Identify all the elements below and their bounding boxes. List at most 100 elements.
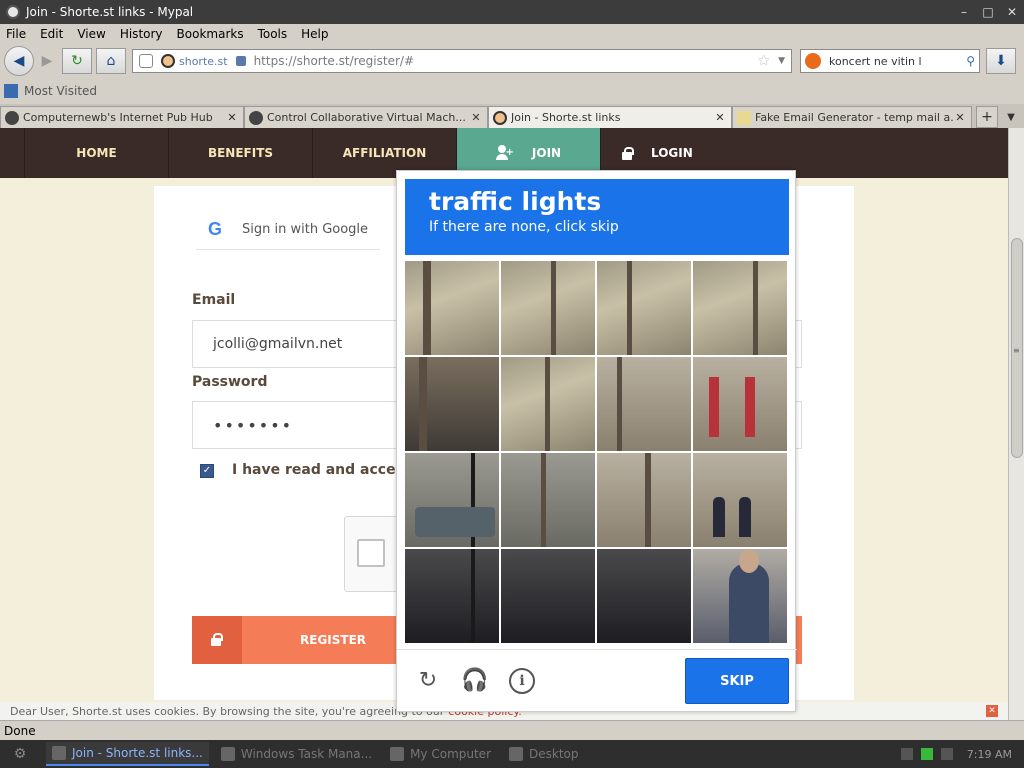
tab-join-shortest[interactable]: Join - Shorte.st links ✕ (488, 106, 732, 128)
tree-trunk-shape (419, 357, 427, 451)
tab-title: Computernewb's Internet Pub Hub (23, 111, 213, 124)
tab-close-icon[interactable]: ✕ (953, 111, 967, 124)
mypal-icon (6, 5, 20, 19)
menu-history[interactable]: History (120, 27, 163, 41)
downloads-button[interactable]: ⬇ (986, 48, 1016, 74)
search-bar[interactable]: koncert ne vitin l ⚲ (800, 49, 980, 73)
url-bar[interactable]: shorte.st https://shorte.st/register/# ★… (132, 49, 792, 73)
keyboard-icon[interactable] (900, 748, 913, 760)
window-title: Join - Shorte.st links - Mypal (26, 5, 194, 19)
google-icon: G (208, 219, 223, 239)
search-icon[interactable]: ⚲ (966, 54, 975, 68)
search-engine-icon[interactable] (805, 53, 821, 69)
captcha-tile[interactable] (405, 453, 499, 547)
url-dropdown-icon[interactable]: ▼ (778, 56, 785, 66)
tab-control-vm[interactable]: Control Collaborative Virtual Mach... ✕ (244, 106, 488, 128)
captcha-tile[interactable] (501, 261, 595, 355)
google-signin-button[interactable]: G Sign in with Google (196, 210, 380, 250)
back-button[interactable]: ◀ (4, 46, 34, 76)
reload-challenge-icon[interactable]: ↻ (415, 668, 441, 694)
site-identity[interactable]: shorte.st (161, 54, 228, 68)
captcha-tile[interactable] (693, 261, 787, 355)
network-icon[interactable] (920, 748, 933, 760)
tab-computernewb[interactable]: Computernewb's Internet Pub Hub ✕ (0, 106, 244, 128)
captcha-tile[interactable] (693, 357, 787, 451)
maximize-icon[interactable]: □ (976, 5, 1000, 19)
plus-icon: + (981, 109, 993, 125)
back-arrow-icon: ◀ (13, 53, 25, 69)
task-label: My Computer (410, 747, 492, 761)
page-scrollbar[interactable]: ≡ (1008, 128, 1024, 720)
captcha-tile[interactable] (501, 357, 595, 451)
cookie-close-icon[interactable]: ✕ (986, 705, 998, 717)
forward-button[interactable]: ▶ (36, 48, 58, 74)
task-desktop[interactable]: Desktop (503, 742, 585, 766)
tree-trunk-shape (423, 261, 431, 355)
accept-terms-checkbox[interactable]: ✓ (200, 464, 214, 478)
info-icon[interactable]: i (509, 668, 535, 694)
tab-close-icon[interactable]: ✕ (469, 111, 483, 124)
menu-file[interactable]: File (6, 27, 26, 41)
captcha-tile[interactable] (501, 453, 595, 547)
captcha-footer: ↻ 🎧 i SKIP (397, 649, 797, 713)
url-text[interactable]: https://shorte.st/register/# (254, 54, 758, 68)
clock[interactable]: 7:19 AM (967, 748, 1012, 761)
menu-help[interactable]: Help (301, 27, 328, 41)
nav-benefits[interactable]: BENEFITS (168, 128, 312, 178)
task-task-manager[interactable]: Windows Task Mana... (215, 742, 378, 766)
menu-tools[interactable]: Tools (258, 27, 288, 41)
home-button[interactable]: ⌂ (96, 48, 126, 74)
captcha-tile[interactable] (405, 549, 499, 643)
captcha-tile[interactable] (693, 549, 787, 643)
accept-text: I have read and accept (232, 462, 418, 478)
tree-trunk-shape (753, 261, 758, 355)
menu-edit[interactable]: Edit (40, 27, 63, 41)
bookmark-most-visited[interactable]: Most Visited (24, 84, 97, 98)
tree-trunk-shape (627, 261, 632, 355)
reload-button[interactable]: ↻ (62, 48, 92, 74)
task-label: Join - Shorte.st links... (72, 746, 203, 760)
shield-icon[interactable] (139, 54, 153, 68)
menu-view[interactable]: View (77, 27, 105, 41)
captcha-tile[interactable] (501, 549, 595, 643)
start-button[interactable]: ⚙ (0, 740, 40, 768)
cookie-text: Dear User, Shorte.st uses cookies. By br… (10, 704, 445, 718)
volume-icon[interactable] (940, 748, 953, 760)
nav-join-label: JOIN (531, 146, 562, 160)
menu-bar: File Edit View History Bookmarks Tools H… (0, 24, 1024, 44)
captcha-tile[interactable] (597, 261, 691, 355)
vm-favicon (249, 110, 263, 125)
tab-fake-email[interactable]: Fake Email Generator - temp mail a... ✕ (732, 106, 972, 128)
close-icon[interactable]: ✕ (1000, 5, 1024, 19)
captcha-tile[interactable] (405, 357, 499, 451)
menu-bookmarks[interactable]: Bookmarks (177, 27, 244, 41)
lock-icon (210, 632, 223, 646)
search-input[interactable]: koncert ne vitin l (829, 55, 966, 68)
status-bar: Done (0, 720, 1024, 740)
forward-arrow-icon: ▶ (41, 53, 53, 69)
minimize-icon[interactable]: – (952, 5, 976, 19)
recaptcha-checkbox[interactable] (357, 539, 385, 567)
pedestrian-shape (739, 497, 751, 537)
captcha-tile[interactable] (597, 453, 691, 547)
tree-trunk-shape (551, 261, 556, 355)
captcha-tile[interactable] (693, 453, 787, 547)
nav-home[interactable]: HOME (24, 128, 168, 178)
headphones-icon[interactable]: 🎧 (461, 668, 488, 694)
skip-button[interactable]: SKIP (685, 658, 789, 704)
download-arrow-icon: ⬇ (995, 53, 1007, 69)
computer-icon (390, 747, 405, 761)
mypal-icon (52, 746, 66, 760)
captcha-tile[interactable] (405, 261, 499, 355)
register-label: REGISTER (300, 633, 367, 647)
tab-close-icon[interactable]: ✕ (713, 111, 727, 124)
captcha-tile[interactable] (597, 549, 691, 643)
bookmarks-toolbar: Most Visited (0, 80, 1024, 102)
new-tab-button[interactable]: + (976, 106, 998, 128)
task-mypal[interactable]: Join - Shorte.st links... (46, 742, 209, 766)
tab-close-icon[interactable]: ✕ (225, 111, 239, 124)
captcha-tile[interactable] (597, 357, 691, 451)
task-my-computer[interactable]: My Computer (384, 742, 497, 766)
bookmark-star-icon[interactable]: ★ (758, 53, 771, 69)
tab-list-button[interactable]: ▼ (1000, 106, 1022, 128)
